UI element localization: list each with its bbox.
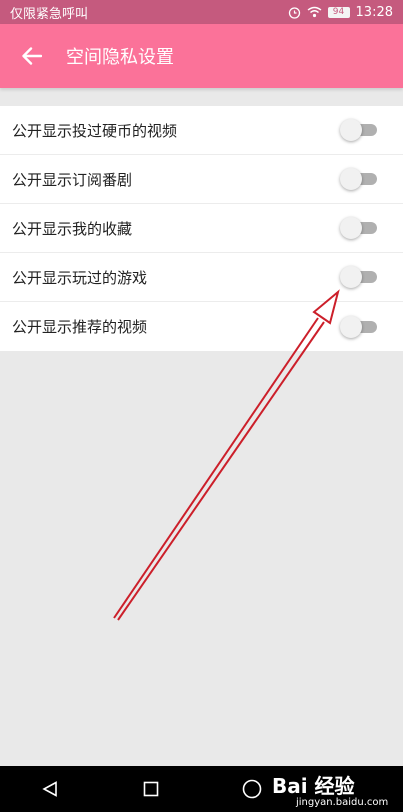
toggle-thumb — [340, 217, 362, 239]
privacy-toggle[interactable] — [340, 119, 380, 141]
toggle-thumb — [340, 119, 362, 141]
page-title: 空间隐私设置 — [66, 47, 174, 68]
home-circle-icon — [242, 779, 262, 799]
status-time: 13:28 — [355, 4, 393, 20]
settings-list: 公开显示投过硬币的视频 公开显示订阅番剧 公开显示我的收藏 公开显示玩过的游戏 … — [0, 106, 403, 351]
setting-label: 公开显示玩过的游戏 — [12, 268, 148, 287]
toggle-thumb — [340, 315, 362, 338]
status-carrier-text: 仅限紧急呼叫 — [10, 6, 89, 22]
arrow-left-icon — [22, 47, 42, 65]
privacy-toggle[interactable] — [340, 217, 380, 239]
status-bar: 仅限紧急呼叫 94 13:28 — [0, 0, 403, 24]
privacy-toggle[interactable] — [340, 315, 380, 338]
battery-icon: 94 — [327, 6, 350, 18]
nav-back-button[interactable] — [30, 766, 70, 812]
nav-recents-button[interactable] — [131, 766, 171, 812]
setting-coined-videos[interactable]: 公开显示投过硬币的视频 — [0, 106, 403, 155]
setting-subscribed-bangumi[interactable]: 公开显示订阅番剧 — [0, 155, 403, 204]
alarm-icon — [288, 6, 300, 19]
setting-my-favorites[interactable]: 公开显示我的收藏 — [0, 204, 403, 253]
setting-played-games[interactable]: 公开显示玩过的游戏 — [0, 253, 403, 302]
recents-square-icon — [143, 781, 159, 797]
back-button[interactable] — [0, 24, 64, 88]
privacy-toggle[interactable] — [340, 266, 380, 288]
setting-label: 公开显示投过硬币的视频 — [12, 121, 178, 140]
setting-label: 公开显示订阅番剧 — [12, 170, 133, 189]
baidu-jingyan-watermark: Bai 经验 jingyan.baidu.com — [272, 776, 388, 808]
watermark-logo-text: Bai 经验 — [272, 774, 355, 798]
setting-recommended-videos[interactable]: 公开显示推荐的视频 — [0, 302, 403, 351]
nav-home-button[interactable] — [232, 766, 272, 812]
back-triangle-icon — [42, 781, 58, 797]
app-bar: 空间隐私设置 — [0, 24, 403, 88]
toggle-thumb — [340, 266, 362, 288]
setting-label: 公开显示推荐的视频 — [12, 318, 148, 336]
toggle-thumb — [340, 168, 362, 190]
status-icons: 94 13:28 — [288, 5, 393, 20]
privacy-toggle[interactable] — [340, 168, 380, 190]
wifi-icon — [307, 6, 321, 18]
setting-label: 公开显示我的收藏 — [12, 219, 133, 238]
watermark-url: jingyan.baidu.com — [296, 797, 389, 808]
